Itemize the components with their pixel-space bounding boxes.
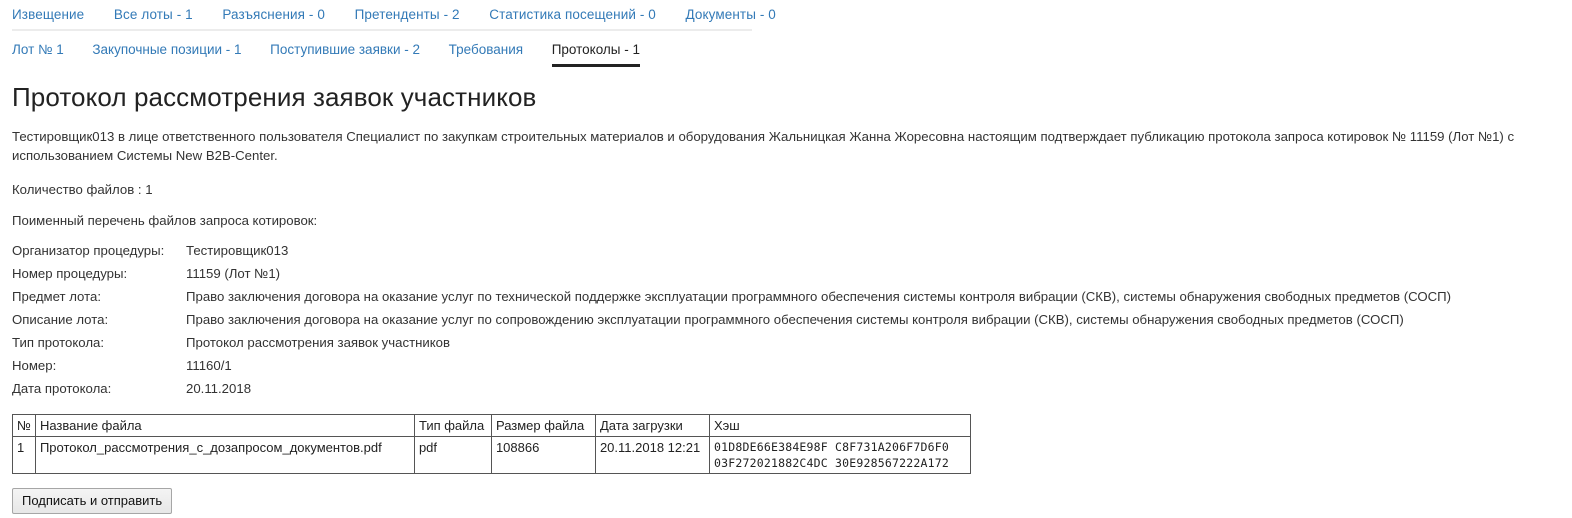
meta-label-number: Номер: [12,358,57,373]
meta-label-lot-subject: Предмет лота: [12,289,101,304]
meta-row-lot-subject: Предмет лота: Право заключения договора … [12,289,1451,312]
nav-item-clarifications[interactable]: Разъяснения - 0 [222,7,325,22]
meta-row-lot-description: Описание лота: Право заключения договора… [12,312,1451,335]
hash-line-1: 01D8DE66E384E98F C8F731A206F7D6F0 [713,440,950,454]
meta-value-lot-subject: Право заключения договора на оказание ус… [186,289,1451,304]
hash-line-2: 03F272021882C4DC 30E928567222A172 [713,456,950,470]
file-count-line: Количество файлов : 1 [12,182,153,197]
tab-purchase-positions[interactable]: Закупочные позиции - 1 [92,42,241,64]
tab-requirements[interactable]: Требования [449,42,523,64]
sign-and-send-button[interactable]: Подписать и отправить [12,488,173,514]
column-header-upload-date: Дата загрузки [594,414,710,437]
column-header-hash: Хэш [708,414,971,437]
meta-value-procedure-number: 11159 (Лот №1) [186,266,281,281]
protocol-intro-paragraph: Тестировщик013 в лице ответственного пол… [12,129,1515,163]
action-row: Подписать и отправить [12,488,1572,514]
nav-item-notice[interactable]: Извещение [12,7,84,22]
meta-row-organizer: Организатор процедуры: Тестировщик013 [12,243,1451,266]
tab-received-bids[interactable]: Поступившие заявки - 2 [270,42,420,64]
tab-protocols[interactable]: Протоколы - 1 [551,42,641,67]
protocol-document: Протокол рассмотрения заявок участников … [0,82,1572,474]
meta-label-lot-description: Описание лота: [12,312,109,327]
meta-row-protocol-date: Дата протокола: 20.11.2018 [12,381,1451,404]
meta-value-organizer: Тестировщик013 [186,243,289,258]
meta-label-procedure-number: Номер процедуры: [12,266,128,281]
lot-tab-bar: Лот № 1 Закупочные позиции - 1 Поступивш… [0,31,1572,67]
column-header-file-name: Название файла [34,414,415,437]
files-table: № Название файла Тип файла Размер файла … [12,414,971,474]
nav-item-documents[interactable]: Документы - 0 [686,7,776,22]
tab-lot-1[interactable]: Лот № 1 [12,42,64,64]
meta-row-procedure-number: Номер процедуры: 11159 (Лот №1) [12,266,1451,289]
column-header-file-type: Тип файла [413,414,492,437]
cell-file-hash: 01D8DE66E384E98F C8F731A206F7D6F0 03F2720… [708,436,971,474]
meta-label-organizer: Организатор процедуры: [12,243,165,258]
column-header-number: № [12,414,36,437]
cell-upload-date: 20.11.2018 12:21 [594,436,710,474]
nav-item-bidders[interactable]: Претенденты - 2 [355,7,460,22]
meta-label-protocol-type: Тип протокола: [12,335,105,350]
meta-value-number: 11160/1 [186,358,232,373]
protocol-meta-table: Организатор процедуры: Тестировщик013 Но… [12,243,1451,404]
top-navigation: Извещение Все лоты - 1 Разъяснения - 0 П… [0,0,1572,25]
cell-file-name: Протокол_рассмотрения_с_дозапросом_докум… [34,436,415,474]
file-list-heading: Поименный перечень файлов запроса котиро… [12,213,318,228]
nav-item-visit-stats[interactable]: Статистика посещений - 0 [489,7,656,22]
meta-value-protocol-type: Протокол рассмотрения заявок участников [186,335,451,350]
nav-item-all-lots[interactable]: Все лоты - 1 [114,7,193,22]
cell-file-size: 108866 [490,436,596,474]
meta-value-protocol-date: 20.11.2018 [186,381,252,396]
meta-value-lot-description: Право заключения договора на оказание ус… [186,312,1404,327]
table-row: 1 Протокол_рассмотрения_с_дозапросом_док… [12,436,971,474]
meta-label-protocol-date: Дата протокола: [12,381,112,396]
cell-file-type: pdf [413,436,492,474]
cell-row-number: 1 [12,436,36,474]
meta-row-number: Номер: 11160/1 [12,358,1451,381]
files-table-header-row: № Название файла Тип файла Размер файла … [12,414,971,437]
page-title: Протокол рассмотрения заявок участников [12,82,537,112]
meta-row-protocol-type: Тип протокола: Протокол рассмотрения зая… [12,335,1451,358]
column-header-file-size: Размер файла [490,414,596,437]
